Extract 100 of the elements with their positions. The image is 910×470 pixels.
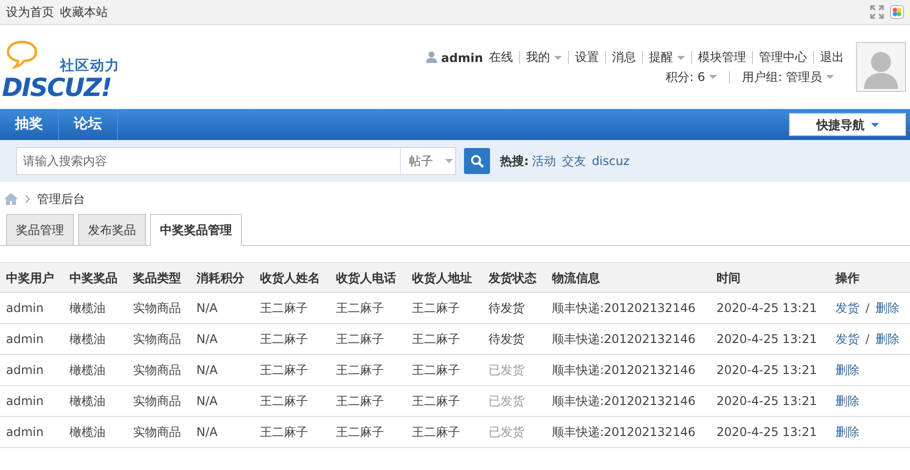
table-cell: admin — [0, 324, 64, 354]
table-cell: 王二麻子 — [330, 354, 406, 386]
action-separator: / — [864, 301, 871, 315]
status-cell: 已发货 — [482, 354, 546, 386]
menu-link[interactable]: 消息 — [605, 51, 642, 64]
logo-wordmark: DISCUZ! — [2, 74, 112, 102]
hot-search-link[interactable]: 活动 — [532, 152, 556, 170]
table-cell: 橄榄油 — [63, 324, 127, 354]
home-icon[interactable] — [4, 193, 18, 205]
table-cell: 王二麻子 — [330, 386, 406, 416]
column-header: 物流信息 — [546, 262, 710, 292]
table-cell: N/A — [190, 386, 254, 416]
table-cell: 2020-4-25 13:21 — [710, 386, 830, 416]
table-cell: 顺丰快递:201202132146 — [546, 386, 710, 416]
column-header: 消耗积分 — [190, 262, 254, 292]
caret-icon — [826, 75, 834, 80]
caret-icon — [554, 56, 562, 60]
table-cell: 王二麻子 — [254, 416, 330, 448]
stats-dropdown[interactable]: 用户组: 管理员 — [729, 70, 846, 84]
top-link[interactable]: 收藏本站 — [60, 3, 108, 21]
table-cell: 王二麻子 — [330, 324, 406, 354]
table-cell: 王二麻子 — [254, 324, 330, 354]
table-cell: 2020-4-25 13:21 — [710, 292, 830, 324]
caret-icon — [445, 159, 453, 163]
breadcrumb-link[interactable]: 管理后台 — [37, 190, 85, 208]
table-cell: 橄榄油 — [63, 354, 127, 386]
tab[interactable]: 中奖奖品管理 — [150, 214, 242, 246]
table-cell: N/A — [190, 354, 254, 386]
search-button[interactable] — [464, 148, 490, 174]
table-cell: 2020-4-25 13:21 — [710, 416, 830, 448]
action-link[interactable]: 删除 — [876, 332, 900, 346]
column-header: 时间 — [710, 262, 830, 292]
logo[interactable]: 社区动力 DISCUZ! — [2, 38, 122, 102]
table-cell: 顺丰快递:201202132146 — [546, 354, 710, 386]
stats-dropdown[interactable]: 积分: 6 — [654, 70, 730, 84]
tab[interactable]: 发布奖品 — [78, 214, 146, 245]
username-link[interactable]: admin — [420, 50, 489, 64]
column-header: 操作 — [829, 262, 910, 292]
status-cell: 待发货 — [482, 324, 546, 354]
table-cell: 王二麻子 — [254, 354, 330, 386]
table-cell: 实物商品 — [126, 416, 190, 448]
table-cell: 橄榄油 — [63, 416, 127, 448]
quick-nav-button[interactable]: 快捷导航 — [789, 113, 906, 136]
column-header: 收货人姓名 — [254, 262, 330, 292]
table-cell: 实物商品 — [126, 354, 190, 386]
action-link[interactable]: 删除 — [835, 363, 860, 377]
table-cell: admin — [0, 292, 64, 324]
status-cell: 已发货 — [482, 416, 546, 448]
table-cell: 王二麻子 — [254, 292, 330, 324]
table-cell: 王二麻子 — [406, 292, 482, 324]
fullscreen-icon[interactable] — [870, 5, 884, 19]
column-header: 发货状态 — [482, 262, 546, 292]
action-link[interactable]: 发货 — [835, 332, 860, 346]
action-separator: / — [864, 332, 871, 346]
online-status: 在线 — [489, 51, 514, 64]
table-cell: 王二麻子 — [406, 416, 482, 448]
table-cell: 2020-4-25 13:21 — [710, 354, 830, 386]
caret-icon — [677, 56, 685, 60]
table-cell: N/A — [190, 324, 254, 354]
menu-link[interactable]: 管理中心 — [752, 51, 813, 64]
top-link[interactable]: 设为首页 — [6, 3, 54, 21]
color-palette-icon[interactable] — [890, 5, 904, 19]
menu-link[interactable]: 模块管理 — [691, 51, 752, 64]
logo-slogan: 社区动力 — [60, 57, 120, 76]
column-header: 收货人电话 — [330, 262, 406, 292]
table-cell: 王二麻子 — [254, 386, 330, 416]
tab[interactable]: 奖品管理 — [6, 214, 74, 245]
table-cell: 王二麻子 — [406, 354, 482, 386]
column-header: 中奖用户 — [0, 262, 64, 292]
menu-dropdown[interactable]: 提醒 — [642, 51, 691, 64]
avatar[interactable] — [856, 42, 906, 92]
table-cell: 实物商品 — [126, 292, 190, 324]
table-cell: 王二麻子 — [406, 324, 482, 354]
table-cell: 橄榄油 — [63, 292, 127, 324]
table-cell: 王二麻子 — [406, 386, 482, 416]
action-link[interactable]: 发货 — [835, 301, 860, 315]
table-cell: 2020-4-25 13:21 — [710, 324, 830, 354]
table-cell: 实物商品 — [126, 324, 190, 354]
chevron-right-icon — [25, 195, 30, 203]
hot-search-link[interactable]: discuz — [592, 152, 630, 170]
speech-bubble-icon — [6, 40, 40, 72]
table-cell: admin — [0, 386, 64, 416]
table-cell: 顺丰快递:201202132146 — [546, 292, 710, 324]
menu-dropdown[interactable]: 我的 — [519, 51, 568, 64]
table-cell: 橄榄油 — [63, 386, 127, 416]
table-cell: N/A — [190, 292, 254, 324]
caret-icon — [709, 75, 718, 80]
hot-search-link[interactable]: 交友 — [562, 152, 586, 170]
menu-link[interactable]: 设置 — [568, 51, 605, 64]
menu-link[interactable]: 退出 — [813, 51, 850, 64]
user-icon — [426, 50, 438, 62]
action-link[interactable]: 删除 — [835, 425, 860, 439]
search-field[interactable]: 请输入搜索内容 — [16, 147, 400, 175]
table-cell: 王二麻子 — [330, 416, 406, 448]
action-link[interactable]: 删除 — [876, 301, 900, 315]
search-scope-select[interactable]: 帖子 — [400, 147, 456, 175]
status-cell: 已发货 — [482, 386, 546, 416]
action-link[interactable]: 删除 — [835, 394, 860, 408]
column-header: 奖品类型 — [126, 262, 190, 292]
table-cell: N/A — [190, 416, 254, 448]
